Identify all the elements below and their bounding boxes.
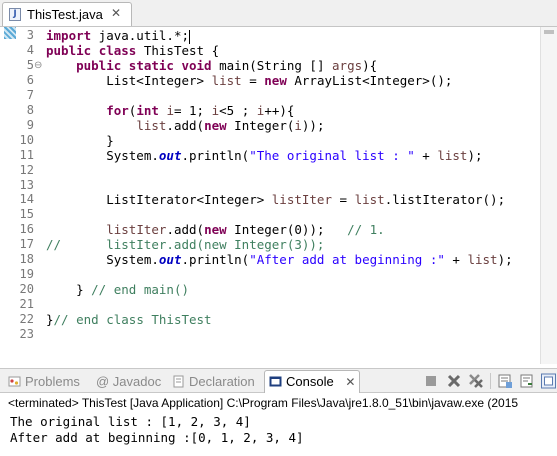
line-number: 14 bbox=[19, 192, 34, 207]
editor-tab-bar: J ThisTest.java ✕ bbox=[0, 0, 557, 27]
overview-ruler[interactable] bbox=[540, 27, 557, 364]
line-number: 11 bbox=[19, 147, 34, 162]
line-number: 22 bbox=[19, 312, 34, 327]
code-text: } bbox=[46, 132, 114, 148]
line-number: 9 bbox=[26, 117, 34, 132]
code-line[interactable]: 11 System.out.println("The original list… bbox=[0, 148, 540, 163]
editor-tab-thistest[interactable]: J ThisTest.java ✕ bbox=[2, 2, 132, 26]
code-line[interactable]: 16 listIter.add(new Integer(0)); // 1. bbox=[0, 222, 540, 237]
line-number: 8 bbox=[26, 102, 34, 117]
scroll-lock-icon[interactable] bbox=[497, 373, 513, 389]
code-text: list.add(new Integer(i)); bbox=[136, 117, 325, 133]
overview-mark bbox=[544, 30, 554, 34]
code-text: public class ThisTest { bbox=[46, 42, 220, 58]
line-number: 7 bbox=[26, 87, 34, 102]
code-text: for(int i= 1; i<5 ; i++){ bbox=[106, 102, 295, 118]
java-file-icon: J bbox=[9, 8, 21, 21]
line-number: 18 bbox=[19, 252, 34, 267]
word-wrap-icon[interactable] bbox=[519, 373, 535, 389]
code-text: listIter.add(new Integer(0)); // 1. bbox=[106, 222, 385, 238]
line-number: 20 bbox=[19, 282, 34, 297]
code-text: }// end class ThisTest bbox=[46, 312, 212, 328]
code-text: } // end main() bbox=[46, 282, 189, 298]
code-line[interactable]: 15 bbox=[0, 207, 540, 222]
console-icon bbox=[269, 376, 282, 387]
terminate-icon[interactable] bbox=[423, 373, 439, 389]
console-view[interactable]: <terminated> ThisTest [Java Application]… bbox=[0, 393, 557, 456]
code-line[interactable]: 22 }// end class ThisTest bbox=[0, 312, 540, 327]
code-line[interactable]: 12 bbox=[0, 163, 540, 178]
declaration-icon bbox=[173, 375, 184, 388]
code-text: System.out.println("The original list : … bbox=[46, 147, 483, 163]
line-number: 21 bbox=[19, 297, 34, 312]
tab-console[interactable]: Console ✕ bbox=[264, 370, 361, 394]
line-number: 15 bbox=[19, 207, 34, 222]
tab-declaration[interactable]: Declaration bbox=[172, 371, 255, 392]
line-number: 16 bbox=[19, 222, 34, 237]
close-icon[interactable]: ✕ bbox=[345, 375, 355, 389]
code-line[interactable]: 14 ListIterator<Integer> listIter = list… bbox=[0, 192, 540, 207]
code-text: List<Integer> list = new ArrayList<Integ… bbox=[46, 72, 453, 88]
pin-console-icon[interactable] bbox=[540, 373, 557, 389]
tab-declaration-label: Declaration bbox=[189, 374, 255, 389]
bottom-view-tab-bar: Problems @ Javadoc Declaration Console ✕ bbox=[0, 368, 557, 394]
code-line[interactable]: 20 } // end main() bbox=[0, 282, 540, 297]
tab-javadoc-label: @ Javadoc bbox=[96, 374, 162, 389]
code-line[interactable]: 13 bbox=[0, 178, 540, 193]
line-number: 19 bbox=[19, 267, 34, 282]
tab-problems-label: Problems bbox=[25, 374, 80, 389]
code-line[interactable]: 23 bbox=[0, 327, 540, 342]
code-line[interactable]: 6 List<Integer> list = new ArrayList<Int… bbox=[0, 73, 540, 88]
code-line[interactable]: 21 bbox=[0, 297, 540, 312]
line-number: 13 bbox=[19, 177, 34, 192]
remove-all-terminated-icon[interactable] bbox=[468, 373, 484, 389]
line-number: 6 bbox=[26, 72, 34, 87]
remove-launch-icon[interactable] bbox=[446, 373, 462, 389]
code-line[interactable]: 17 // listIter.add(new Integer(3)); bbox=[0, 237, 540, 252]
tab-javadoc[interactable]: @ Javadoc bbox=[96, 371, 161, 392]
console-terminated-header: <terminated> ThisTest [Java Application]… bbox=[8, 396, 519, 410]
code-line[interactable]: 18 System.out.println("After add at begi… bbox=[0, 252, 540, 267]
close-icon[interactable]: ✕ bbox=[111, 6, 121, 20]
console-output-line: The original list : [1, 2, 3, 4] bbox=[10, 414, 251, 429]
code-line[interactable]: 5 ⊖ public static void main(String [] arg… bbox=[0, 58, 540, 73]
code-text: System.out.println("After add at beginni… bbox=[46, 252, 513, 268]
code-text: import java.util.*; bbox=[46, 28, 190, 44]
code-line[interactable]: 4 public class ThisTest { bbox=[0, 43, 540, 58]
code-line[interactable]: 3 import java.util.*; bbox=[0, 28, 540, 44]
line-number: 10 bbox=[19, 132, 34, 147]
tab-problems[interactable]: Problems bbox=[8, 371, 80, 392]
fold-toggle-icon[interactable]: ⊖ bbox=[34, 58, 42, 73]
editor-tab-label: ThisTest.java bbox=[27, 7, 103, 22]
console-output-line: After add at beginning :[0, 1, 2, 3, 4] bbox=[10, 430, 304, 445]
problems-icon bbox=[8, 376, 21, 387]
code-text: ListIterator<Integer> listIter = list.li… bbox=[46, 192, 506, 208]
code-editor[interactable]: 3 import java.util.*; 4 public class ThisTe… bbox=[0, 27, 557, 364]
code-text: // listIter.add(new Integer(3)); bbox=[46, 237, 325, 253]
code-line[interactable]: 9 list.add(new Integer(i)); bbox=[0, 118, 540, 133]
tab-console-label: Console bbox=[286, 374, 334, 389]
code-line[interactable]: 7 bbox=[0, 88, 540, 103]
line-number: 23 bbox=[19, 327, 34, 341]
line-number: 4 bbox=[26, 42, 34, 57]
line-number: 5 bbox=[26, 57, 34, 72]
toolbar-separator bbox=[490, 373, 491, 389]
code-text: public static void main(String [] args){ bbox=[76, 57, 378, 73]
code-line[interactable]: 8 for(int i= 1; i<5 ; i++){ bbox=[0, 103, 540, 118]
line-number: 3 bbox=[26, 28, 34, 42]
line-number: 12 bbox=[19, 162, 34, 177]
line-number: 17 bbox=[19, 237, 34, 252]
code-line[interactable]: 19 bbox=[0, 267, 540, 282]
code-line[interactable]: 10 } bbox=[0, 133, 540, 148]
